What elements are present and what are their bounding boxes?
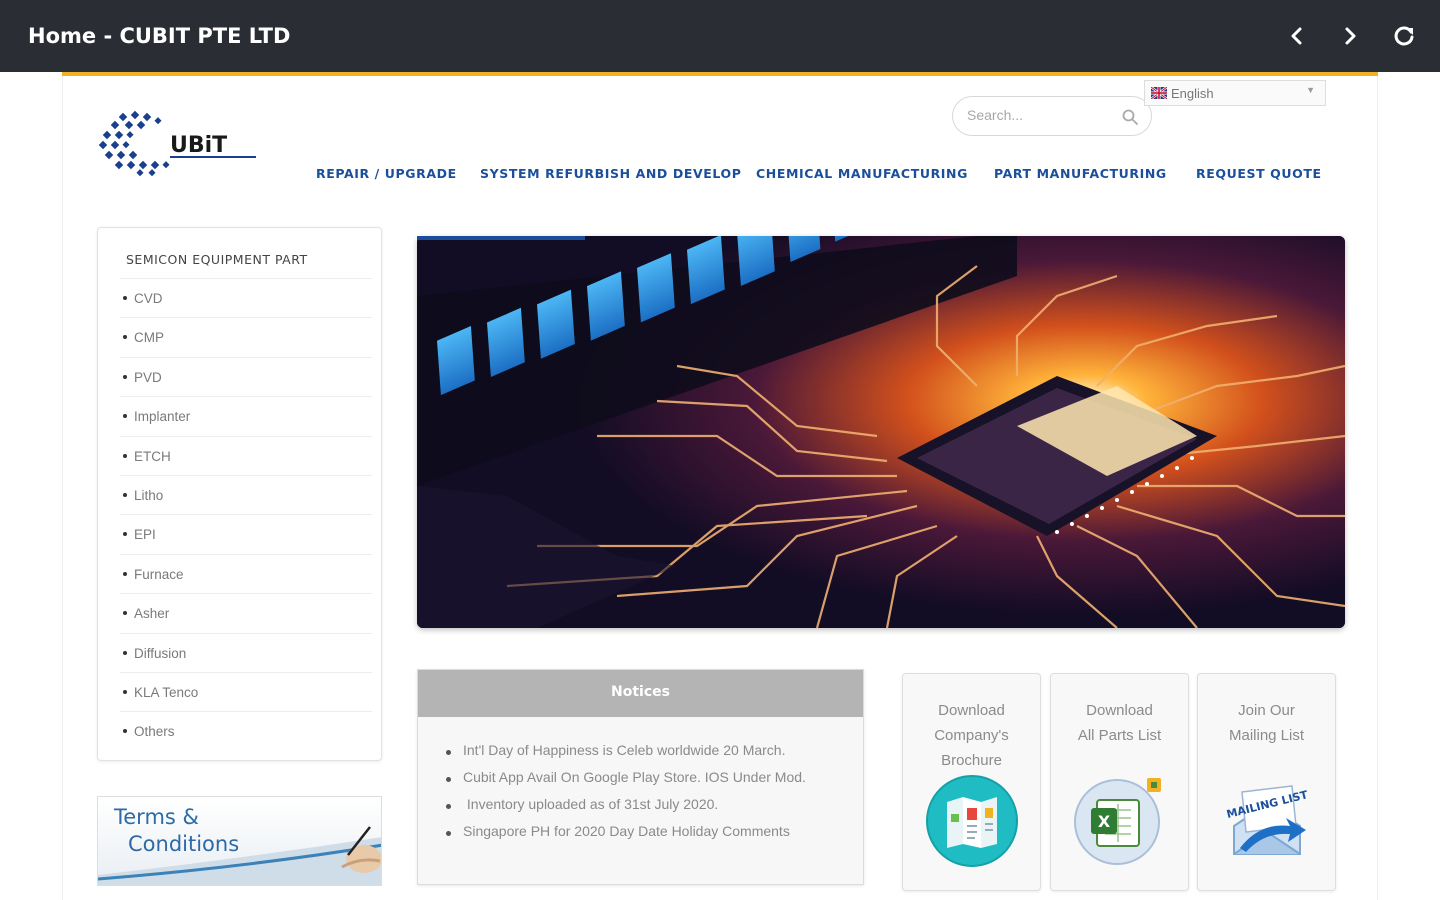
bullet-icon (123, 729, 127, 734)
sidebar-title: SEMICON EQUIPMENT PART (126, 252, 308, 267)
excel-icon: X (1074, 778, 1161, 865)
sidebar-item-label: PVD (134, 369, 162, 385)
caret-down-icon: ▼ (1306, 85, 1315, 95)
sidebar-item-label: Others (134, 724, 175, 740)
join-mailing-list-card[interactable]: Join Our Mailing List MAILING LIST (1197, 673, 1336, 891)
reload-icon (1394, 26, 1414, 46)
notice-text: Cubit App Avail On Google Play Store. IO… (463, 769, 806, 785)
slider-progress-bar (417, 236, 585, 240)
notice-item[interactable]: Int'l Day of Happiness is Celeb worldwid… (446, 742, 861, 769)
sidebar-item-cvd[interactable]: CVD (120, 278, 372, 317)
forward-button[interactable] (1334, 20, 1366, 52)
notice-text: Inventory uploaded as of 31st July 2020. (463, 796, 719, 812)
notice-item[interactable]: Cubit App Avail On Google Play Store. IO… (446, 769, 861, 796)
sidebar-item-diffusion[interactable]: Diffusion (120, 632, 372, 672)
nav-part-manufacturing[interactable]: PART MANUFACTURING (994, 166, 1167, 181)
terms-line-2: Conditions (128, 832, 240, 856)
sidebar-item-label: Asher (134, 606, 170, 622)
chevron-right-icon (1345, 27, 1356, 45)
bullet-icon (446, 804, 451, 809)
bullet-icon (123, 453, 127, 458)
notices-header: Notices (418, 670, 863, 717)
notice-item[interactable]: Singapore PH for 2020 Day Date Holiday C… (446, 823, 861, 850)
equipment-sidebar: SEMICON EQUIPMENT PART CVD CMP PVD Impla… (97, 227, 382, 761)
bullet-icon (123, 650, 127, 655)
sidebar-item-cmp[interactable]: CMP (120, 317, 372, 356)
bullet-icon (123, 374, 127, 379)
sidebar-item-furnace[interactable]: Furnace (120, 553, 372, 593)
notices-list: Int'l Day of Happiness is Celeb worldwid… (446, 742, 861, 850)
bullet-icon (123, 532, 127, 537)
bullet-icon (123, 296, 127, 300)
sidebar-list: CVD CMP PVD Implanter ETCH Litho EPI Fur… (120, 278, 372, 751)
sidebar-item-label: CVD (134, 291, 163, 306)
sidebar-item-label: KLA Tenco (134, 684, 199, 700)
bullet-icon (123, 414, 127, 419)
card-label: Download Company's Brochure (934, 702, 1009, 769)
language-label: English (1171, 86, 1214, 101)
search-box[interactable] (952, 96, 1152, 136)
bullet-icon (123, 492, 127, 497)
nav-repair-upgrade[interactable]: REPAIR / UPGRADE (316, 166, 457, 181)
brochure-icon (926, 775, 1018, 867)
sidebar-item-others[interactable]: Others (120, 711, 372, 750)
search-icon[interactable] (1121, 108, 1139, 126)
sidebar-item-label: Litho (134, 487, 164, 503)
svg-text:X: X (1098, 812, 1111, 831)
download-brochure-card[interactable]: Download Company's Brochure (902, 673, 1041, 891)
sidebar-item-label: EPI (134, 527, 156, 543)
bullet-icon (446, 777, 451, 782)
language-select[interactable]: English ▼ (1144, 80, 1326, 106)
download-parts-list-card[interactable]: Download All Parts List X (1050, 673, 1189, 891)
bullet-icon (123, 571, 127, 576)
logo-text: UBiT (170, 133, 227, 158)
uk-flag-icon (1151, 87, 1167, 99)
sidebar-item-asher[interactable]: Asher (120, 593, 372, 632)
sidebar-item-litho[interactable]: Litho (120, 474, 372, 514)
notices-panel: Notices Int'l Day of Happiness is Celeb … (417, 669, 864, 885)
mailing-list-icon: MAILING LIST (1225, 785, 1310, 855)
main-nav: REPAIR / UPGRADE SYSTEM REFURBISH AND DE… (0, 166, 1440, 186)
hero-banner[interactable] (417, 236, 1345, 628)
sidebar-item-label: Implanter (134, 409, 191, 425)
back-button[interactable] (1281, 20, 1313, 52)
card-label: Join Our Mailing List (1228, 702, 1305, 744)
sidebar-item-pvd[interactable]: PVD (120, 356, 372, 396)
search-input[interactable] (967, 107, 1117, 123)
nav-chemical-manufacturing[interactable]: CHEMICAL MANUFACTURING (756, 166, 968, 181)
sidebar-item-implanter[interactable]: Implanter (120, 396, 372, 435)
sidebar-item-label: ETCH (134, 448, 171, 464)
bullet-icon (123, 611, 127, 616)
bullet-icon (446, 831, 451, 836)
sidebar-item-epi[interactable]: EPI (120, 514, 372, 553)
sidebar-item-etch[interactable]: ETCH (120, 435, 372, 475)
notice-text: Int'l Day of Happiness is Celeb worldwid… (463, 742, 786, 758)
circuit-chip-image (417, 236, 1345, 628)
terms-line-1: Terms & (114, 805, 199, 829)
sidebar-item-kla-tenco[interactable]: KLA Tenco (120, 671, 372, 711)
notice-text: Singapore PH for 2020 Day Date Holiday C… (463, 823, 790, 839)
chevron-left-icon (1291, 27, 1302, 45)
nav-request-quote[interactable]: REQUEST QUOTE (1196, 166, 1322, 181)
notices-title: Notices (611, 684, 670, 700)
bullet-icon (446, 750, 451, 755)
bullet-icon (123, 689, 127, 694)
terms-conditions-banner[interactable]: Terms & Conditions (97, 796, 382, 886)
nav-system-refurbish[interactable]: SYSTEM REFURBISH AND DEVELOP (480, 166, 741, 181)
app-title: Home - CUBIT PTE LTD (28, 24, 291, 48)
sidebar-item-label: CMP (134, 330, 164, 346)
card-label: Download All Parts List (1077, 702, 1162, 744)
bullet-icon (123, 335, 127, 340)
app-bar: Home - CUBIT PTE LTD (0, 0, 1440, 72)
sidebar-item-label: Diffusion (134, 645, 187, 661)
notice-item[interactable]: Inventory uploaded as of 31st July 2020. (446, 796, 861, 823)
sidebar-item-label: Furnace (134, 566, 184, 582)
reload-button[interactable] (1388, 20, 1420, 52)
